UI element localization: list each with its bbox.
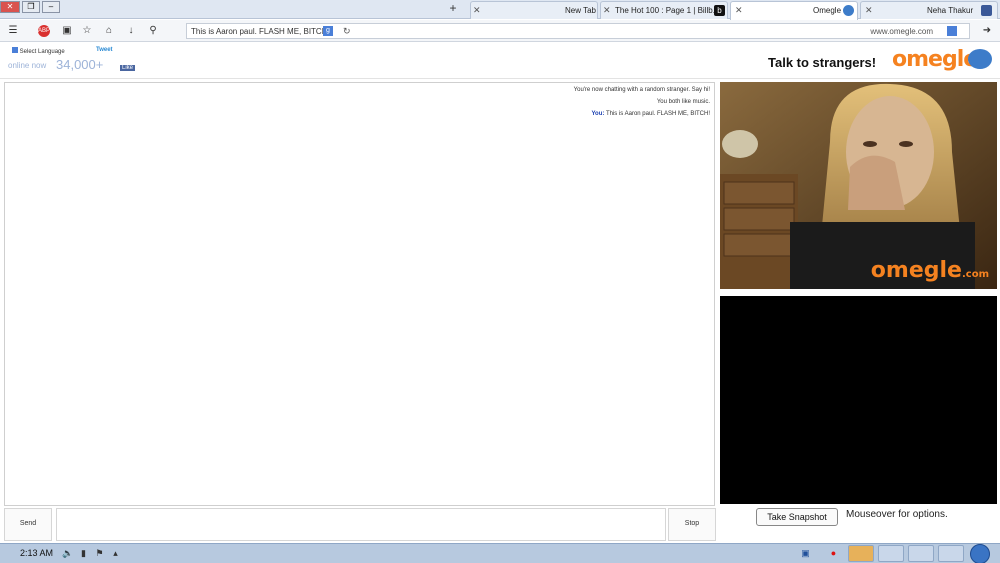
- tab-neha-thakur[interactable]: ✕ Neha Thakur: [860, 1, 998, 19]
- tagline: Talk to strangers!: [768, 55, 877, 70]
- facebook-icon: [981, 5, 992, 16]
- online-label: online now: [8, 61, 47, 70]
- adblock-icon[interactable]: ABP: [38, 25, 50, 37]
- close-tab-icon[interactable]: ✕: [473, 5, 481, 16]
- desktop-icon[interactable]: ▣: [800, 548, 811, 559]
- taskbar-firefox[interactable]: [908, 545, 934, 562]
- omegle-logo[interactable]: omegle: [892, 47, 978, 72]
- you-label: You:: [591, 111, 605, 117]
- chat-log: You're now chatting with a random strang…: [4, 82, 715, 506]
- bookmark-star-icon[interactable]: ☆: [80, 24, 94, 38]
- stop-button[interactable]: Stop: [668, 508, 716, 541]
- start-button[interactable]: [970, 544, 990, 563]
- message-text: This is Aaron paul. FLASH ME, BITCH!: [605, 111, 710, 117]
- mouseover-hint: Mouseover for options.: [846, 509, 948, 520]
- send-button[interactable]: Send: [4, 508, 52, 541]
- taskbar-ie[interactable]: [938, 545, 964, 562]
- site-identity-icon[interactable]: [947, 26, 957, 36]
- take-snapshot-button[interactable]: Take Snapshot: [756, 508, 838, 526]
- home-icon[interactable]: ⌂: [102, 24, 116, 38]
- taskbar-vlc[interactable]: [848, 545, 874, 562]
- back-arrow-icon[interactable]: ➜: [980, 24, 994, 38]
- address-bar[interactable]: ↻ This is Aaron paul. FLASH ME, BITCH! g…: [186, 23, 970, 39]
- close-tab-icon[interactable]: ✕: [735, 5, 743, 16]
- windows-taskbar: 2:13 AM 🔈 ▮ ⚑ ▴ ▣ ●: [0, 543, 1000, 563]
- page-title-text: This is Aaron paul. FLASH ME, BITCH!: [191, 27, 330, 36]
- download-icon[interactable]: ↓: [124, 24, 138, 38]
- browser-tab-strip: ✕ ❐ – + ✕ New Tab ✕ The Hot 100 : Page 1…: [0, 0, 1000, 20]
- action-center-icon[interactable]: ⚑: [94, 548, 105, 559]
- menu-icon[interactable]: ☰: [6, 24, 20, 38]
- reload-icon[interactable]: ↻: [343, 26, 351, 37]
- close-tab-icon[interactable]: ✕: [865, 5, 873, 16]
- own-video[interactable]: [720, 296, 997, 504]
- close-tab-icon[interactable]: ✕: [603, 5, 611, 16]
- restore-window-button[interactable]: ❐: [22, 1, 40, 13]
- online-count: 34,000+: [56, 57, 104, 72]
- select-language-dropdown[interactable]: Select Language: [12, 47, 65, 55]
- tab-label: New Tab: [565, 6, 596, 15]
- google-search-icon: g: [323, 26, 333, 36]
- tweet-button[interactable]: Tweet: [96, 47, 113, 53]
- pocket-icon[interactable]: ▣: [60, 24, 74, 38]
- tab-label: Neha Thakur: [927, 6, 974, 15]
- facebook-like-button[interactable]: Like: [120, 65, 136, 71]
- url-text[interactable]: www.omegle.com: [870, 27, 933, 36]
- omegle-logo-bubble-icon: [968, 49, 992, 69]
- status-message: You're now chatting with a random strang…: [573, 87, 710, 93]
- close-window-button[interactable]: ✕: [0, 1, 20, 13]
- taskbar-explorer[interactable]: [878, 545, 904, 562]
- tab-omegle[interactable]: ✕ Omegle: [730, 1, 858, 20]
- omegle-icon: [843, 5, 854, 16]
- billboard-icon: b: [714, 5, 725, 16]
- tab-label: The Hot 100 : Page 1 | Billb...: [615, 6, 720, 15]
- omegle-header: omegle Talk to strangers! Select Languag…: [0, 43, 1000, 79]
- show-hidden-icons[interactable]: ▴: [110, 548, 121, 559]
- clock[interactable]: 2:13 AM: [20, 548, 53, 558]
- select-language-label: Select Language: [19, 49, 65, 55]
- new-tab-button[interactable]: +: [446, 1, 460, 15]
- tab-billboard[interactable]: ✕ The Hot 100 : Page 1 | Billb... b: [600, 1, 728, 19]
- stranger-video[interactable]: omegle.com: [720, 82, 997, 289]
- minimize-window-button[interactable]: –: [42, 1, 60, 13]
- browser-toolbar: ☰ ABP ▣ ☆ ⌂ ↓ ⚲ ↻ This is Aaron paul. FL…: [0, 20, 1000, 42]
- volume-icon[interactable]: 🔈: [62, 548, 73, 559]
- your-message: You: This is Aaron paul. FLASH ME, BITCH…: [592, 111, 711, 117]
- screen: ✕ ❐ – + ✕ New Tab ✕ The Hot 100 : Page 1…: [0, 0, 1000, 563]
- tab-label: Omegle: [813, 6, 842, 15]
- search-icon[interactable]: ⚲: [146, 24, 160, 38]
- omegle-watermark: omegle.com: [870, 258, 989, 283]
- message-input[interactable]: [56, 508, 666, 541]
- tab-new-tab[interactable]: ✕ New Tab: [470, 1, 598, 19]
- opera-icon[interactable]: ●: [828, 548, 839, 559]
- common-interest-message: You both like music.: [656, 99, 710, 105]
- google-translate-icon: [12, 47, 18, 53]
- network-icon[interactable]: ▮: [78, 548, 89, 559]
